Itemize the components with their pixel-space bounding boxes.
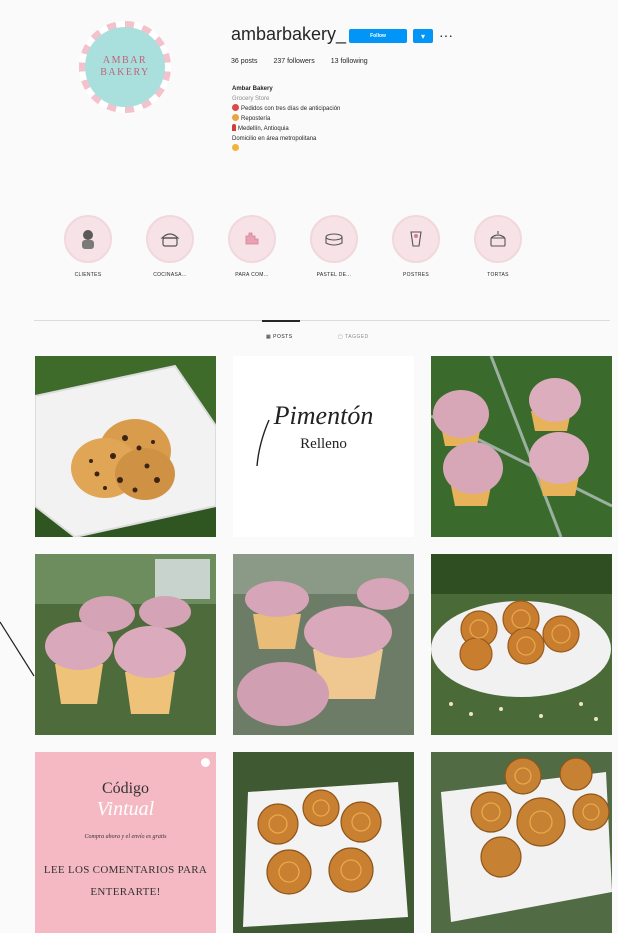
hand-emoji-icon (232, 144, 239, 151)
client-icon (64, 215, 112, 263)
highlight-postres[interactable]: POSTRES (381, 215, 451, 278)
username: ambarbakery_ (231, 24, 347, 44)
active-tab-indicator (262, 320, 300, 322)
cooking-pot-icon (146, 215, 194, 263)
post-cupcakes-garden[interactable] (35, 554, 216, 735)
torta-icon (474, 215, 522, 263)
codigo-cta-line1: LEE LOS COMENTARIOS PARA (43, 864, 208, 876)
avatar-text-line1: AMBAR (102, 55, 148, 66)
highlight-para-com[interactable]: PARA COM... (217, 215, 287, 278)
following-count[interactable]: 13 following (331, 58, 368, 65)
avatar-text-line2: BAKERY (100, 67, 150, 78)
post-cupcakes-closeup[interactable] (233, 554, 414, 735)
suggested-accounts-button[interactable]: ▾ (413, 29, 433, 43)
tab-posts-label: POSTS (273, 334, 293, 340)
codigo-title: Código (101, 780, 150, 797)
profile-stats: 36 posts 237 followers 13 following (231, 58, 368, 65)
highlight-label: PASTEL DE... (316, 272, 352, 278)
more-options-icon[interactable]: ··· (439, 27, 453, 43)
dessert-icon (392, 215, 440, 263)
tag-icon: ▢ (338, 334, 344, 340)
tab-tagged[interactable]: ▢ TAGGED (338, 334, 369, 340)
pin-emoji-icon (232, 124, 236, 131)
post-cookies[interactable] (35, 356, 216, 537)
highlight-label: POSTRES (403, 272, 429, 278)
profile-bio: Ambar Bakery Grocery Store Pedidos con t… (232, 84, 340, 154)
highlight-tortas[interactable]: TORTAS (463, 215, 533, 278)
highlight-label: COCINASA... (153, 272, 187, 278)
post-rolls-glass-table[interactable] (431, 752, 612, 933)
grid-icon: ▦ (266, 334, 272, 340)
tabs-divider (34, 320, 610, 321)
cake-icon (310, 215, 358, 263)
avatar: AMBAR BAKERY (85, 27, 165, 107)
tab-posts[interactable]: ▦ POSTS (266, 334, 293, 340)
bio-line: Pedidos con tres días de anticipación (241, 106, 341, 112)
chevron-down-icon: ▾ (420, 31, 425, 41)
post-pimenton-relleno[interactable]: Pimentón Relleno (233, 356, 414, 537)
bio-name: Ambar Bakery (232, 86, 273, 92)
highlight-clientes[interactable]: CLIENTES (53, 215, 123, 278)
highlight-label: CLIENTES (74, 272, 102, 278)
carousel-indicator-icon (201, 758, 210, 767)
posts-count: 36 posts (231, 58, 258, 65)
hand-icon (228, 215, 276, 263)
script-flourish-icon (256, 419, 270, 467)
post-rolls-square-plate[interactable] (233, 752, 414, 933)
bio-category: Grocery Store (232, 96, 270, 102)
highlight-label: PARA COM... (235, 272, 269, 278)
bio-line: Domicilio en área metropolitana (232, 136, 317, 142)
highlight-pastel-de[interactable]: PASTEL DE... (299, 215, 369, 278)
bio-line: Repostería (241, 116, 271, 122)
cake-emoji-icon (232, 114, 239, 121)
profile-avatar-ring[interactable]: AMBAR BAKERY (79, 21, 171, 113)
codigo-cta-line2: ENTERARTE! (90, 886, 161, 898)
highlight-cocinasa[interactable]: COCINASA... (135, 215, 205, 278)
post-cupcakes-four[interactable] (431, 356, 612, 537)
post-rolls-plate[interactable] (431, 554, 612, 735)
codigo-small: Compra ahora y el envío es gratis (84, 834, 167, 840)
tomato-emoji-icon (232, 104, 239, 111)
story-highlights: CLIENTES COCINASA... PARA COM... PASTEL … (53, 215, 573, 290)
codigo-script: Vintual (96, 798, 155, 820)
tab-tagged-label: TAGGED (345, 334, 369, 340)
post-codigo-promo[interactable]: Código Vintual Compra ahora y el envío e… (35, 752, 216, 933)
highlight-label: TORTAS (487, 272, 509, 278)
followers-count[interactable]: 237 followers (273, 58, 314, 65)
bio-line: Medellín, Antioquia (238, 126, 289, 132)
follow-button[interactable]: Follow (349, 29, 407, 43)
